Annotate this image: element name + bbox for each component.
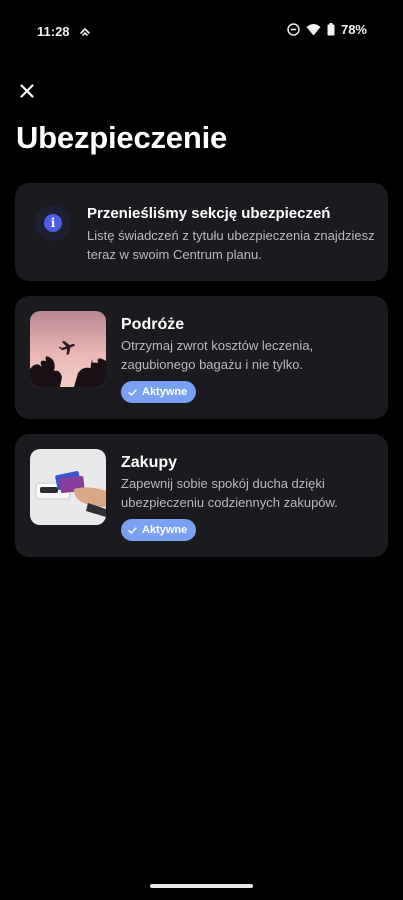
battery-percent: 78% [340, 22, 367, 37]
status-badge: Aktywne [121, 519, 197, 541]
insurance-card-shopping[interactable]: Zakupy Zapewnij sobie spokój ducha dzięk… [15, 434, 388, 557]
check-icon [128, 388, 137, 396]
insurance-card-travel[interactable]: Podróże Otrzymaj zwrot kosztów leczenia,… [15, 296, 388, 419]
info-card-body: Listę świadczeń z tytułu ubezpieczenia z… [87, 228, 375, 262]
check-icon [128, 526, 137, 534]
info-card: i Przenieśliśmy sekcję ubezpieczeń Listę… [15, 183, 388, 281]
close-button[interactable] [16, 80, 38, 102]
info-card-title: Przenieśliśmy sekcję ubezpieczeń [87, 205, 331, 222]
status-badge-label: Aktywne [142, 524, 188, 536]
insurance-description: Otrzymaj zwrot kosztów leczenia, zagubio… [121, 338, 314, 372]
notification-icon [80, 28, 90, 36]
insurance-title: Podróże [121, 316, 185, 333]
close-icon [20, 84, 34, 98]
card-payment-terminal-image [30, 449, 106, 525]
insurance-description: Zapewnij sobie spokój ducha dzięki ubezp… [121, 476, 338, 510]
wifi-icon [306, 24, 321, 36]
page-title: Ubezpieczenie [16, 120, 228, 155]
status-badge-label: Aktywne [142, 386, 188, 398]
status-time: 11:28 [37, 24, 70, 39]
status-bar: 11:28 78% [0, 0, 403, 64]
info-icon: i [44, 214, 62, 232]
airplane-sunset-image [30, 311, 106, 387]
status-icons: 78% [287, 22, 367, 37]
status-badge: Aktywne [121, 381, 197, 403]
insurance-title: Zakupy [121, 454, 178, 471]
info-icon-container: i [35, 205, 71, 241]
home-indicator[interactable] [150, 884, 253, 888]
battery-icon [327, 23, 335, 36]
do-not-disturb-icon [287, 23, 300, 36]
